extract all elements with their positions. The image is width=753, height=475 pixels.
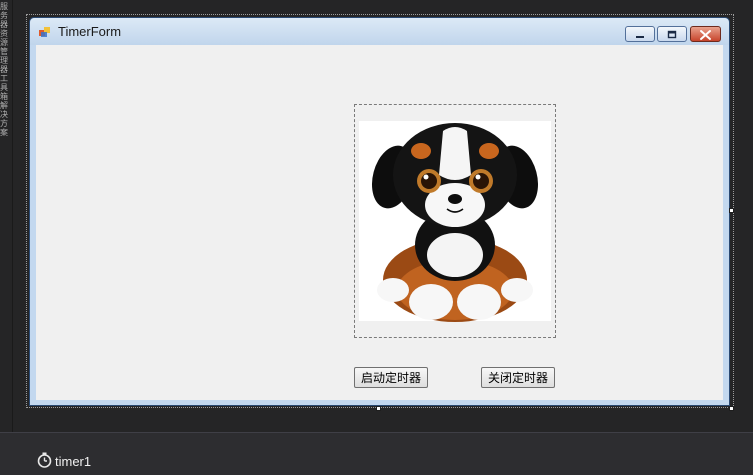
maximize-button[interactable] [657, 26, 687, 42]
start-timer-button[interactable]: 启动定时器 [354, 367, 428, 388]
maximize-icon [667, 30, 677, 39]
resize-handle-right[interactable] [729, 208, 734, 213]
picture-box[interactable] [354, 104, 556, 338]
close-icon [700, 30, 711, 40]
form-window[interactable]: TimerForm 启动定时器 关闭定时器 [29, 17, 730, 406]
component-tray [0, 432, 753, 475]
window-title: TimerForm [58, 24, 122, 39]
resize-handle-bottom[interactable] [376, 406, 381, 411]
timer1-component[interactable]: timer1 [55, 454, 91, 469]
minimize-icon [636, 36, 644, 38]
plush-dog-image [359, 121, 551, 322]
ide-left-rail: 服务器资源管理器 工具箱 解决方案 [0, 0, 13, 474]
close-button[interactable] [690, 26, 721, 42]
minimize-button[interactable] [625, 26, 655, 42]
stop-timer-button[interactable]: 关闭定时器 [481, 367, 555, 388]
stopwatch-icon[interactable] [37, 452, 52, 468]
form-app-icon [39, 27, 50, 37]
form-client-area: 启动定时器 关闭定时器 [36, 45, 723, 400]
title-bar: TimerForm [30, 18, 729, 45]
left-rail-tabs-text[interactable]: 服务器资源管理器 工具箱 解决方案 [0, 2, 10, 137]
resize-handle-bottom-right[interactable] [729, 406, 734, 411]
